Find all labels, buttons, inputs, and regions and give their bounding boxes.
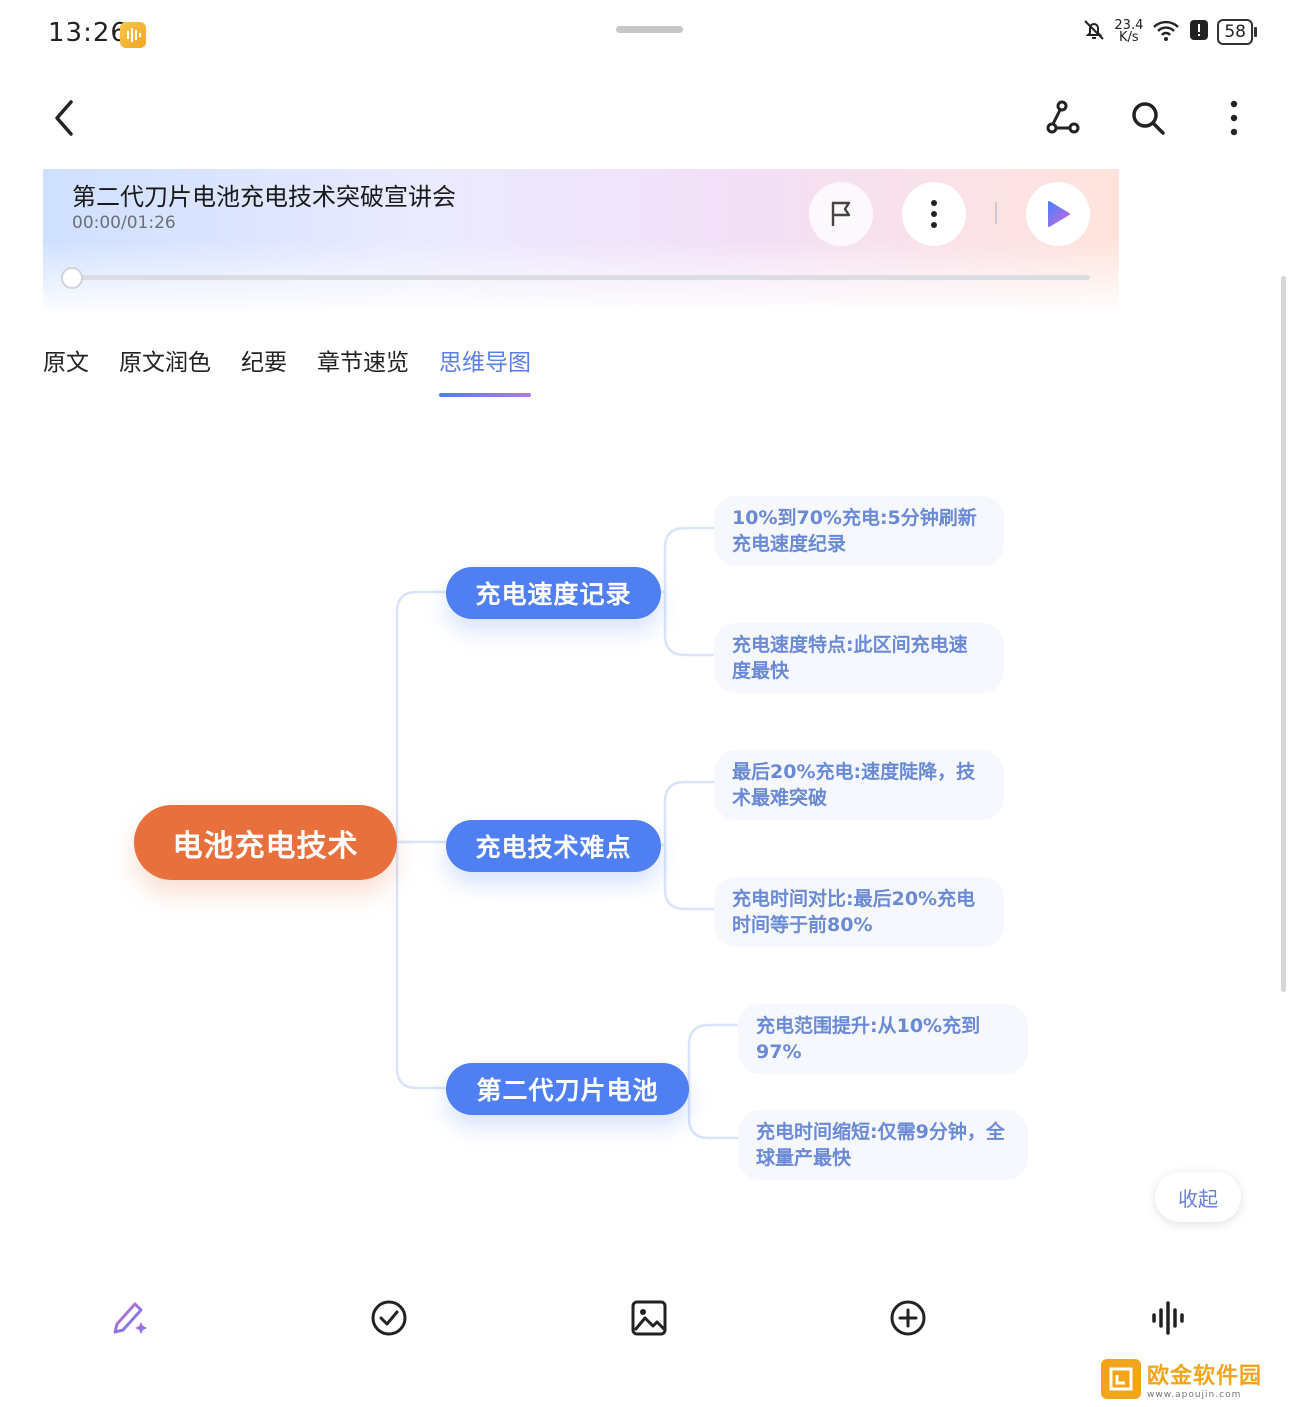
mindmap-leaf-node[interactable]: 最后20%充电:速度陡降，技术最难突破 xyxy=(714,750,1004,820)
play-button[interactable] xyxy=(1026,182,1090,246)
watermark-url: www.apoujin.com xyxy=(1147,1390,1242,1400)
insert-image-button[interactable] xyxy=(626,1295,672,1341)
add-circle-icon xyxy=(890,1300,926,1336)
flag-button[interactable] xyxy=(809,182,873,246)
watermark-logo-icon xyxy=(1101,1359,1141,1399)
recording-title: 第二代刀片电池充电技术突破宣讲会 xyxy=(72,183,456,211)
flag-icon xyxy=(831,201,851,226)
mindmap-leaf-node[interactable]: 10%到70%充电:5分钟刷新充电速度纪录 xyxy=(714,496,1004,566)
player-divider xyxy=(995,202,997,224)
ai-edit-button[interactable] xyxy=(106,1295,152,1341)
image-icon xyxy=(631,1300,667,1336)
mindmap-branch-node[interactable]: 充电速度记录 xyxy=(446,567,661,619)
mindmap-branch-node[interactable]: 充电技术难点 xyxy=(446,820,661,872)
collapse-button[interactable]: 收起 xyxy=(1155,1172,1241,1222)
mindmap-branch-node[interactable]: 第二代刀片电池 xyxy=(446,1063,689,1115)
player-more-button[interactable] xyxy=(902,182,966,246)
mindmap-leaf-node[interactable]: 充电时间对比:最后20%充电时间等于前80% xyxy=(714,877,1004,947)
waveform-icon xyxy=(1152,1301,1184,1335)
mindmap-leaf-node[interactable]: 充电范围提升:从10%充到97% xyxy=(738,1004,1028,1074)
progress-knob[interactable] xyxy=(61,267,83,289)
add-button[interactable] xyxy=(885,1295,931,1341)
checklist-icon xyxy=(371,1300,407,1336)
ai-pen-icon xyxy=(113,1302,147,1334)
watermark-text: 欧金软件园 xyxy=(1147,1364,1263,1389)
watermark: 欧金软件园 www.apoujin.com xyxy=(1101,1358,1262,1400)
mindmap-leaf-node[interactable]: 充电时间缩短:仅需9分钟，全球量产最快 xyxy=(738,1110,1028,1180)
progress-track[interactable] xyxy=(71,275,1090,280)
checklist-button[interactable] xyxy=(366,1295,412,1341)
mindmap-leaf-node[interactable]: 充电速度特点:此区间充电速度最快 xyxy=(714,623,1004,693)
voice-button[interactable] xyxy=(1145,1295,1191,1341)
play-icon xyxy=(1048,201,1070,227)
recording-time: 00:00/01:26 xyxy=(72,213,176,233)
mindmap-root-node[interactable]: 电池充电技术 xyxy=(134,805,397,880)
more-vertical-icon xyxy=(931,200,937,228)
